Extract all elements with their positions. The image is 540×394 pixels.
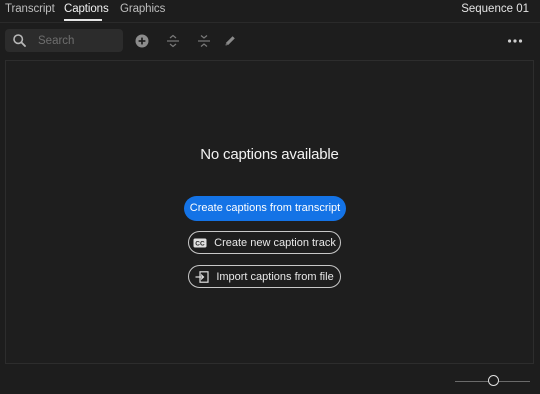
empty-state-title: No captions available xyxy=(200,146,339,163)
import-file-icon xyxy=(195,270,209,283)
captions-list-area: No captions available Create captions fr… xyxy=(5,60,534,364)
add-circle-icon[interactable] xyxy=(133,32,151,50)
more-options-icon[interactable] xyxy=(506,32,524,50)
create-new-caption-track-button[interactable]: CC Create new caption track xyxy=(188,231,341,254)
captions-panel: Transcript Captions Graphics Sequence 01 xyxy=(0,0,540,394)
import-captions-from-file-label: Import captions from file xyxy=(216,270,334,283)
tab-captions[interactable]: Captions xyxy=(64,3,109,15)
tab-divider xyxy=(0,22,540,23)
tab-transcript[interactable]: Transcript xyxy=(5,3,55,15)
svg-text:CC: CC xyxy=(195,240,205,247)
active-tab-indicator xyxy=(64,19,102,21)
cc-icon: CC xyxy=(193,238,207,248)
search-input[interactable] xyxy=(35,31,122,50)
pencil-icon[interactable] xyxy=(221,32,239,50)
split-icon[interactable] xyxy=(195,32,213,50)
tab-bar: Transcript Captions Graphics Sequence 01 xyxy=(0,0,540,22)
import-captions-from-file-button[interactable]: Import captions from file xyxy=(188,265,341,288)
search-box xyxy=(5,29,123,52)
create-captions-from-transcript-label: Create captions from transcript xyxy=(189,202,341,214)
create-new-caption-track-label: Create new caption track xyxy=(214,236,336,249)
tab-graphics[interactable]: Graphics xyxy=(120,3,165,15)
create-captions-from-transcript-button[interactable]: Create captions from transcript xyxy=(184,196,346,221)
sequence-name: Sequence 01 xyxy=(461,3,529,15)
zoom-slider-thumb[interactable] xyxy=(488,375,499,386)
search-icon xyxy=(13,34,26,47)
merge-icon[interactable] xyxy=(164,32,182,50)
